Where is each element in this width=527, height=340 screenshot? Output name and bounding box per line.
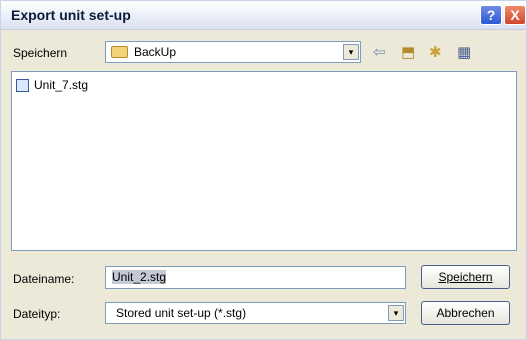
filetype-value: Stored unit set-up (*.stg) <box>116 306 247 320</box>
close-button[interactable]: X <box>504 5 526 25</box>
save-in-label: Speichern <box>13 46 68 60</box>
filename-field[interactable]: Unit_2.stg <box>105 266 406 289</box>
up-folder-icon[interactable]: ⬒ <box>401 43 415 61</box>
new-folder-icon[interactable]: ✱ <box>429 43 442 61</box>
dialog-title: Export unit set-up <box>11 7 131 23</box>
chevron-down-icon[interactable]: ▾ <box>343 44 359 60</box>
cancel-button[interactable]: Abbrechen <box>421 301 510 325</box>
help-button[interactable]: ? <box>480 5 502 25</box>
filetype-dropdown[interactable]: Stored unit set-up (*.stg) ▾ <box>105 302 406 324</box>
folder-icon <box>111 46 128 58</box>
views-menu-icon[interactable]: ▦ <box>457 43 471 61</box>
file-icon <box>16 79 29 92</box>
save-button[interactable]: Speichern <box>421 265 510 289</box>
save-in-dropdown[interactable]: BackUp ▾ <box>105 41 361 63</box>
chevron-down-icon[interactable]: ▾ <box>388 305 404 321</box>
filetype-label: Dateityp: <box>13 307 61 321</box>
export-dialog: Export unit set-up ? X Speichern BackUp … <box>0 0 527 340</box>
filename-label: Dateiname: <box>13 272 75 286</box>
current-folder: BackUp <box>134 45 177 59</box>
file-name: Unit_7.stg <box>34 78 89 92</box>
back-icon[interactable]: ⇦ <box>373 43 386 61</box>
file-list[interactable]: Unit_7.stg <box>11 71 517 251</box>
title-bar[interactable]: Export unit set-up ? X <box>1 1 526 30</box>
filename-value: Unit_2.stg <box>112 270 167 284</box>
